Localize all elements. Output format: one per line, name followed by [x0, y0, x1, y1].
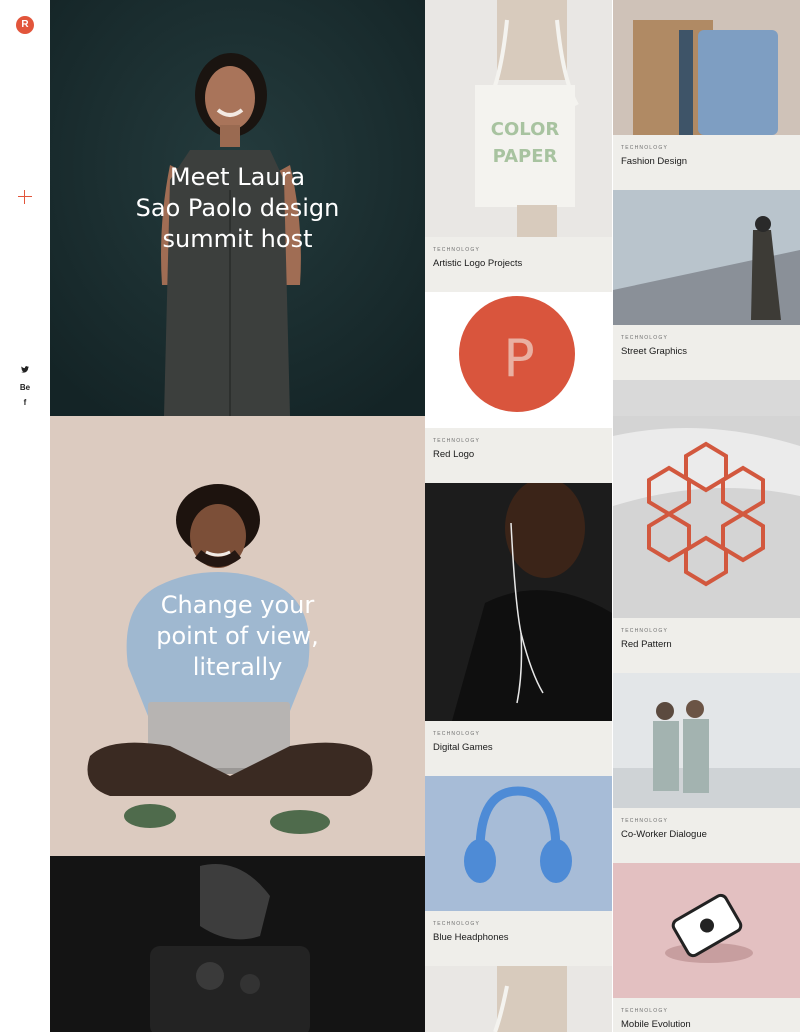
- card-category: TECHNOLOGY: [621, 818, 669, 824]
- card-caption: TECHNOLOGY Red Pattern: [613, 618, 800, 673]
- card-blue-headphones[interactable]: TECHNOLOGY Blue Headphones: [425, 776, 612, 966]
- tote-bag-photo: [425, 966, 612, 1032]
- card-category: TECHNOLOGY: [621, 1008, 669, 1014]
- sidebar: R Be f: [0, 0, 50, 1032]
- camera-photo: [50, 856, 425, 1032]
- coworkers-photo: [613, 673, 800, 808]
- svg-text:COLOR: COLOR: [491, 119, 560, 140]
- hero-headline: Meet Laura Sao Paolo design summit host: [50, 162, 425, 255]
- card-category: TECHNOLOGY: [433, 731, 481, 737]
- card-category: TECHNOLOGY: [433, 247, 481, 253]
- card-category: TECHNOLOGY: [621, 335, 669, 341]
- red-pattern-photo: [613, 416, 800, 618]
- phone-photo: [613, 863, 800, 998]
- twitter-icon[interactable]: [0, 366, 50, 375]
- svg-text:PAPER: PAPER: [493, 146, 558, 167]
- card-title[interactable]: Mobile Evolution: [621, 1019, 792, 1030]
- hero-tile-laura[interactable]: Meet Laura Sao Paolo design summit host: [50, 0, 425, 416]
- spacer-tile: [613, 380, 800, 416]
- card-red-pattern[interactable]: TECHNOLOGY Red Pattern: [613, 416, 800, 673]
- hero-line: literally: [192, 653, 283, 681]
- card-caption: TECHNOLOGY Street Graphics: [613, 325, 800, 380]
- card-title[interactable]: Digital Games: [433, 742, 604, 753]
- jeans-bag-photo: [613, 0, 800, 135]
- card-caption: TECHNOLOGY Co-Worker Dialogue: [613, 808, 800, 863]
- behance-icon[interactable]: Be: [0, 383, 50, 392]
- hero-line: point of view,: [156, 622, 319, 650]
- card-caption: TECHNOLOGY Fashion Design: [613, 135, 800, 190]
- card-mobile-evolution[interactable]: TECHNOLOGY Mobile Evolution: [613, 863, 800, 1032]
- card-co-worker-dialogue[interactable]: TECHNOLOGY Co-Worker Dialogue: [613, 673, 800, 863]
- card-title[interactable]: Fashion Design: [621, 156, 792, 167]
- card-title[interactable]: Red Pattern: [621, 639, 792, 650]
- hero-line: Sao Paolo design: [135, 194, 340, 222]
- facebook-icon[interactable]: f: [0, 398, 50, 407]
- card-title[interactable]: Blue Headphones: [433, 932, 604, 943]
- street-artist-photo: [613, 190, 800, 325]
- card-caption: TECHNOLOGY Red Logo: [425, 428, 612, 483]
- hero-line: summit host: [162, 225, 313, 253]
- card-red-logo[interactable]: P TECHNOLOGY Red Logo: [425, 292, 612, 483]
- man-earphones-photo: [425, 483, 612, 721]
- card-caption: TECHNOLOGY Mobile Evolution: [613, 998, 800, 1032]
- hero-tile-camera[interactable]: [50, 856, 425, 1032]
- card-caption: TECHNOLOGY Blue Headphones: [425, 911, 612, 966]
- card-title[interactable]: Co-Worker Dialogue: [621, 829, 792, 840]
- card-category: TECHNOLOGY: [621, 628, 669, 634]
- tote-bag-photo: COLOR PAPER: [425, 0, 612, 237]
- card-title[interactable]: Street Graphics: [621, 346, 792, 357]
- plus-icon[interactable]: [17, 189, 33, 205]
- card-category: TECHNOLOGY: [433, 438, 481, 444]
- card-artistic-logo-projects[interactable]: COLOR PAPER TECHNOLOGY Artistic Logo Pro…: [425, 0, 612, 292]
- card-title[interactable]: Red Logo: [433, 449, 604, 460]
- logo-icon[interactable]: R: [16, 16, 34, 34]
- hero-line: Change your: [160, 591, 315, 619]
- card-fashion-design[interactable]: TECHNOLOGY Fashion Design: [613, 0, 800, 190]
- card-caption: TECHNOLOGY Artistic Logo Projects: [425, 237, 612, 292]
- card-caption: TECHNOLOGY Digital Games: [425, 721, 612, 776]
- sticker-letter: P: [503, 329, 534, 389]
- card-street-graphics[interactable]: TECHNOLOGY Street Graphics: [613, 190, 800, 380]
- card-title[interactable]: Artistic Logo Projects: [433, 258, 604, 269]
- card-tote-repeat[interactable]: [425, 966, 612, 1032]
- hero-tile-point-of-view[interactable]: Change your point of view, literally: [50, 416, 425, 856]
- card-digital-games[interactable]: TECHNOLOGY Digital Games: [425, 483, 612, 776]
- card-category: TECHNOLOGY: [621, 145, 669, 151]
- hero-line: Meet Laura: [169, 163, 306, 191]
- hero-headline: Change your point of view, literally: [50, 590, 425, 683]
- headphones-photo: [425, 776, 612, 911]
- red-sticker-photo: P: [425, 292, 612, 428]
- card-category: TECHNOLOGY: [433, 921, 481, 927]
